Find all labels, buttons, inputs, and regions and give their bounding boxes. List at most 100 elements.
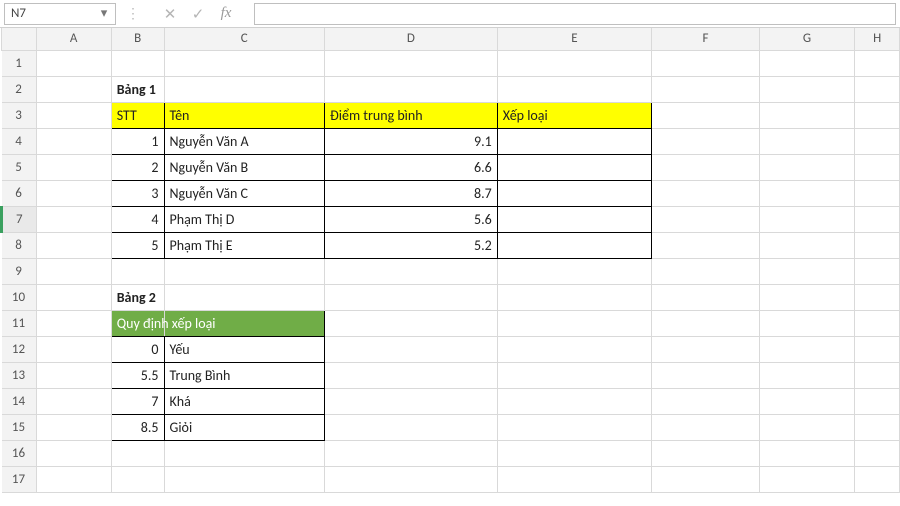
row-header[interactable]: 3 bbox=[2, 102, 37, 128]
drag-handle-icon: ⋮ bbox=[122, 5, 144, 22]
t2-val: 0 bbox=[112, 339, 164, 360]
col-header[interactable]: B bbox=[111, 28, 164, 50]
row-header[interactable]: 7 bbox=[2, 206, 37, 232]
cell[interactable]: 6.6 bbox=[325, 154, 498, 180]
cell[interactable] bbox=[497, 232, 651, 258]
row-header[interactable]: 13 bbox=[2, 362, 37, 388]
row-header[interactable]: 9 bbox=[2, 258, 37, 284]
cell[interactable]: Phạm Thị E bbox=[164, 232, 325, 258]
col-header[interactable]: F bbox=[652, 28, 760, 50]
t1-ten: Nguyễn Văn B bbox=[165, 157, 325, 178]
row-header[interactable]: 15 bbox=[2, 414, 37, 440]
grid-row: 2 Bảng 1 bbox=[2, 76, 900, 102]
t1-dtb: 9.1 bbox=[325, 131, 497, 152]
cell[interactable]: Nguyễn Văn A bbox=[164, 128, 325, 154]
row-header[interactable]: 6 bbox=[2, 180, 37, 206]
table2-header: Quy định xếp loại bbox=[112, 313, 164, 334]
cell[interactable]: 5.6 bbox=[325, 206, 498, 232]
cancel-icon[interactable]: ✕ bbox=[156, 3, 184, 25]
t2-label: Giỏi bbox=[165, 417, 325, 438]
cell[interactable] bbox=[497, 206, 651, 232]
t1-stt: 3 bbox=[112, 183, 164, 204]
select-all-corner[interactable] bbox=[2, 28, 37, 50]
cell[interactable] bbox=[497, 128, 651, 154]
t1-dtb: 5.2 bbox=[325, 235, 497, 256]
cell[interactable] bbox=[497, 180, 651, 206]
formula-input[interactable] bbox=[254, 3, 896, 25]
t1-hdr-xl: Xếp loại bbox=[498, 105, 651, 126]
cell[interactable]: Trung Bình bbox=[164, 362, 325, 388]
col-header[interactable]: C bbox=[164, 28, 325, 50]
t1-ten: Nguyễn Văn C bbox=[165, 183, 325, 204]
cell[interactable]: 5 bbox=[111, 232, 164, 258]
cell[interactable]: 4 bbox=[111, 206, 164, 232]
grid-row: 12 0 Yếu bbox=[2, 336, 900, 362]
cell[interactable]: 8.5 bbox=[111, 414, 164, 440]
grid-row: 16 bbox=[2, 440, 900, 466]
cell[interactable]: Nguyễn Văn B bbox=[164, 154, 325, 180]
cell[interactable]: Quy định xếp loại bbox=[111, 310, 164, 336]
row-header[interactable]: 14 bbox=[2, 388, 37, 414]
row-header[interactable]: 16 bbox=[2, 440, 37, 466]
col-header[interactable]: A bbox=[36, 28, 111, 50]
row-header[interactable]: 11 bbox=[2, 310, 37, 336]
t1-ten: Nguyễn Văn A bbox=[165, 131, 325, 152]
t2-label: Trung Bình bbox=[165, 365, 325, 386]
t1-hdr-stt: STT bbox=[112, 105, 164, 126]
t1-stt: 1 bbox=[112, 131, 164, 152]
cell[interactable]: 0 bbox=[111, 336, 164, 362]
t2-val: 8.5 bbox=[112, 417, 164, 438]
row-header[interactable]: 2 bbox=[2, 76, 37, 102]
fx-icon[interactable]: fx bbox=[212, 3, 240, 25]
cell[interactable]: Bảng 1 bbox=[111, 76, 164, 102]
table2-title: Bảng 2 bbox=[112, 287, 164, 308]
col-header[interactable]: D bbox=[325, 28, 498, 50]
cell[interactable]: 8.7 bbox=[325, 180, 498, 206]
accept-icon[interactable]: ✓ bbox=[184, 3, 212, 25]
row-header[interactable]: 12 bbox=[2, 336, 37, 362]
row-header[interactable]: 4 bbox=[2, 128, 37, 154]
cell[interactable]: Giỏi bbox=[164, 414, 325, 440]
cell[interactable] bbox=[497, 154, 651, 180]
cell[interactable]: 9.1 bbox=[325, 128, 498, 154]
t1-ten: Phạm Thị D bbox=[165, 209, 325, 230]
cell[interactable]: Tên bbox=[164, 102, 325, 128]
cell[interactable]: 1 bbox=[111, 128, 164, 154]
spreadsheet-grid[interactable]: A B C D E F G H 1 2 Bảng 1 3 STT Tên Điể… bbox=[0, 28, 900, 506]
t1-dtb: 8.7 bbox=[325, 183, 497, 204]
cell[interactable]: 3 bbox=[111, 180, 164, 206]
col-header[interactable]: E bbox=[497, 28, 651, 50]
cell[interactable]: Nguyễn Văn C bbox=[164, 180, 325, 206]
grid-row: 4 1 Nguyễn Văn A 9.1 bbox=[2, 128, 900, 154]
grid-row: 17 bbox=[2, 466, 900, 492]
grid-row: 10 Bảng 2 bbox=[2, 284, 900, 310]
grid-row: 8 5 Phạm Thị E 5.2 bbox=[2, 232, 900, 258]
formula-button-group: ✕ ✓ fx bbox=[156, 3, 240, 25]
grid-row: 6 3 Nguyễn Văn C 8.7 bbox=[2, 180, 900, 206]
col-header[interactable]: H bbox=[855, 28, 900, 50]
formula-bar: N7 ▾ ⋮ ✕ ✓ fx bbox=[0, 0, 900, 28]
t1-xl bbox=[498, 139, 651, 143]
name-box[interactable]: N7 ▾ bbox=[4, 3, 116, 25]
grid-row: 14 7 Khá bbox=[2, 388, 900, 414]
cell[interactable]: Bảng 2 bbox=[111, 284, 164, 310]
row-header[interactable]: 17 bbox=[2, 466, 37, 492]
grid-row: 3 STT Tên Điểm trung bình Xếp loại bbox=[2, 102, 900, 128]
row-header[interactable]: 10 bbox=[2, 284, 37, 310]
row-header[interactable]: 1 bbox=[2, 50, 37, 76]
cell[interactable]: STT bbox=[111, 102, 164, 128]
grid-row: 1 bbox=[2, 50, 900, 76]
row-header[interactable]: 8 bbox=[2, 232, 37, 258]
cell[interactable]: Xếp loại bbox=[497, 102, 651, 128]
cell[interactable]: Phạm Thị D bbox=[164, 206, 325, 232]
row-header[interactable]: 5 bbox=[2, 154, 37, 180]
cell[interactable]: 5.5 bbox=[111, 362, 164, 388]
cell[interactable]: 5.2 bbox=[325, 232, 498, 258]
chevron-down-icon[interactable]: ▾ bbox=[97, 7, 111, 21]
cell[interactable]: Yếu bbox=[164, 336, 325, 362]
cell[interactable]: Khá bbox=[164, 388, 325, 414]
cell[interactable]: 7 bbox=[111, 388, 164, 414]
cell[interactable]: Điểm trung bình bbox=[325, 102, 498, 128]
cell[interactable]: 2 bbox=[111, 154, 164, 180]
col-header[interactable]: G bbox=[759, 28, 854, 50]
